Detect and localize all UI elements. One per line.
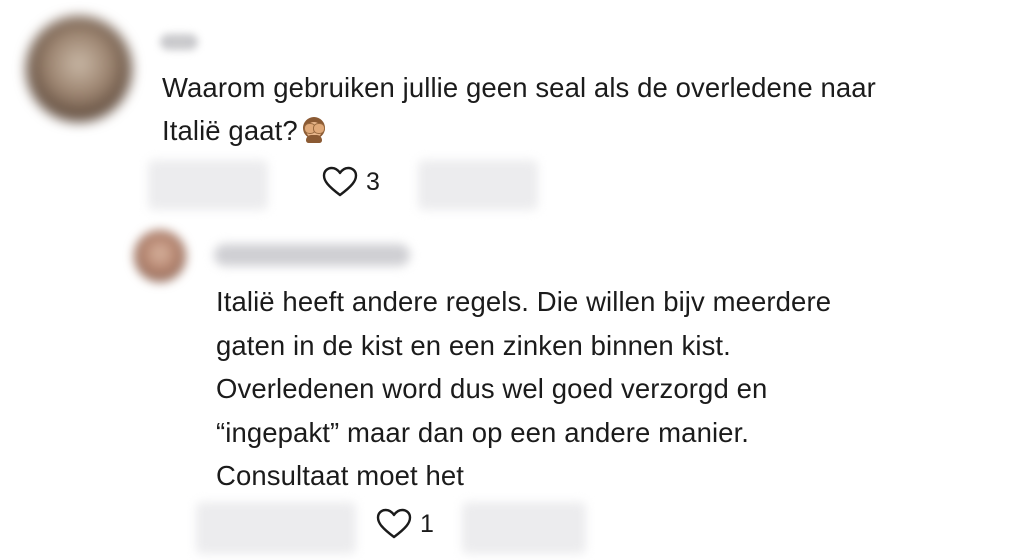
comment-text-line: Waarom gebruiken jullie geen seal als de… — [162, 72, 876, 103]
blurred-action — [418, 160, 538, 210]
reply-text-line: gaten in de kist en een zinken binnen ki… — [216, 329, 731, 361]
reply-text-line: Italië heeft andere regels. Die willen b… — [216, 286, 832, 317]
comment-text-line: Italië gaat? — [162, 109, 1012, 152]
reply-text-line: “ingepakt” maar dan op een andere manier… — [216, 416, 750, 448]
like-button[interactable]: 1 — [376, 508, 434, 540]
blurred-action — [196, 502, 356, 554]
reply-text-line: Consultaat moet het — [216, 460, 465, 491]
like-button[interactable]: 3 — [322, 166, 380, 198]
heart-icon — [376, 508, 412, 539]
avatar[interactable] — [134, 230, 186, 282]
reply-text-line: Overledenen word dus wel goed verzorgd e… — [216, 373, 768, 404]
username-blurred[interactable] — [160, 34, 198, 50]
heart-icon — [322, 166, 358, 197]
like-count: 1 — [420, 509, 434, 538]
reply-text: Italië heeft andere regels. Die willen b… — [216, 280, 1006, 498]
avatar[interactable] — [26, 16, 132, 122]
like-count: 3 — [366, 167, 380, 196]
comment-text-line-content: Italië gaat? — [162, 115, 298, 146]
see-no-evil-monkey-icon — [300, 116, 328, 144]
blurred-action — [462, 502, 586, 554]
username-blurred[interactable] — [214, 244, 410, 266]
comment-text: Waarom gebruiken jullie geen seal als de… — [162, 66, 1012, 152]
blurred-action — [148, 160, 268, 210]
